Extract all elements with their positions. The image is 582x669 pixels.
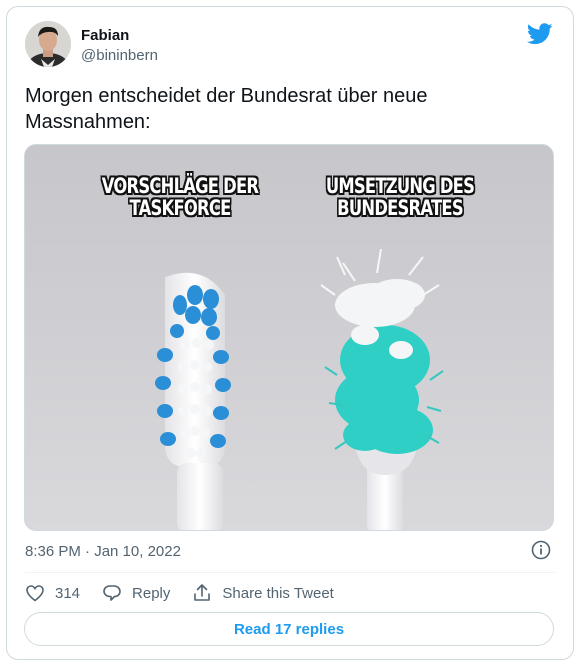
reply-icon <box>103 585 121 601</box>
tweet-text: Morgen entscheidet der Bundesrat über ne… <box>25 85 428 133</box>
divider <box>25 572 555 573</box>
share-icon <box>194 584 211 601</box>
heart-icon <box>26 585 44 602</box>
info-icon[interactable] <box>531 540 551 560</box>
avatar[interactable] <box>25 21 71 67</box>
read-replies-button[interactable]: Read 17 replies <box>24 612 554 646</box>
like-button[interactable]: 314 <box>25 583 80 603</box>
share-button[interactable]: Share this Tweet <box>192 583 334 603</box>
reply-label: Reply <box>132 584 171 602</box>
tweet-timestamp[interactable]: 8:36 PM · Jan 10, 2022 <box>25 543 181 560</box>
tweet-image[interactable]: VORSCHLÄGE DER TASKFORCE UMSETZUNG DES B… <box>24 144 554 531</box>
image-caption-left: VORSCHLÄGE DER TASKFORCE <box>101 174 259 220</box>
share-label: Share this Tweet <box>222 584 334 602</box>
twitter-bird-icon[interactable] <box>527 23 553 45</box>
reply-button[interactable]: Reply <box>102 583 170 603</box>
author-name[interactable]: Fabian <box>81 27 129 44</box>
image-caption-right: UMSETZUNG DES BUNDESRATES <box>325 174 475 220</box>
tweet-card: Fabian @bininbern Morgen entscheidet der… <box>6 6 574 660</box>
author-handle[interactable]: @bininbern <box>81 47 158 64</box>
tweet-actions: 314 Reply Share this Tweet <box>25 581 356 605</box>
like-count: 314 <box>55 584 81 602</box>
